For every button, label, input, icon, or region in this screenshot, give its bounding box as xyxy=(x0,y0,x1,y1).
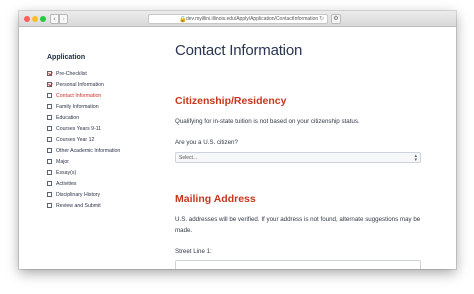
citizenship-heading: Citizenship/Residency xyxy=(175,95,287,107)
mailing-heading: Mailing Address xyxy=(175,193,256,205)
street-line-1-input[interactable] xyxy=(175,260,421,269)
sidebar-item-label: Major xyxy=(56,158,69,165)
empty-checkbox-icon xyxy=(47,93,52,98)
sidebar-item[interactable]: Family Information xyxy=(47,101,147,112)
sidebar-item[interactable]: Pre-Checklist xyxy=(47,68,147,79)
sidebar-item-label: Pre-Checklist xyxy=(56,70,87,77)
sidebar-item[interactable]: Courses Years 9-11 xyxy=(47,123,147,134)
empty-checkbox-icon xyxy=(47,104,52,109)
sidebar-item-label: Review and Submit xyxy=(56,202,101,209)
zoom-window-button[interactable] xyxy=(40,16,46,22)
extension-icon[interactable]: ⚙ xyxy=(331,14,341,24)
citizen-select[interactable]: Select... ▴ ▾ xyxy=(175,152,421,163)
page-title: Contact Information xyxy=(175,42,303,59)
main-content: Contact Information Citizenship/Residenc… xyxy=(175,42,435,269)
sidebar-item[interactable]: Disciplinary History xyxy=(47,189,147,200)
sidebar-item-label: Courses Years 9-11 xyxy=(56,125,102,132)
empty-checkbox-icon xyxy=(47,137,52,142)
sidebar-list: Pre-Checklist Personal Information Contact… xyxy=(47,68,147,211)
sidebar-item[interactable]: Activities xyxy=(47,178,147,189)
select-arrows-icon: ▴ ▾ xyxy=(414,153,417,163)
citizenship-intro: Qualifying for in-state tuition is not b… xyxy=(175,118,360,125)
citizen-question-label: Are you a U.S. citizen? xyxy=(175,139,238,146)
url-text: dev.myillini.illinois.edu/Apply/Applicat… xyxy=(186,16,319,22)
mailing-intro: U.S. addresses will be verified. If your… xyxy=(175,216,421,234)
sidebar-item[interactable]: Major xyxy=(47,156,147,167)
sidebar-item[interactable]: Essay(s) xyxy=(47,167,147,178)
empty-checkbox-icon xyxy=(47,203,52,208)
sidebar-item[interactable]: Contact Information xyxy=(47,90,147,101)
empty-checkbox-icon xyxy=(47,148,52,153)
sidebar-item-label: Personal Information xyxy=(56,81,104,88)
street-line-1-label: Street Line 1: xyxy=(175,248,212,255)
empty-checkbox-icon xyxy=(47,159,52,164)
browser-window: ‹ › 🔒 dev.myillini.illinois.edu/Apply/Ap… xyxy=(19,11,456,269)
empty-checkbox-icon xyxy=(47,192,52,197)
reload-icon[interactable]: ↻ xyxy=(319,15,324,22)
address-bar[interactable]: 🔒 dev.myillini.illinois.edu/Apply/Applic… xyxy=(148,14,328,24)
empty-checkbox-icon xyxy=(47,126,52,131)
sidebar-item[interactable]: Education xyxy=(47,112,147,123)
sidebar-item[interactable]: Other Academic Information xyxy=(47,145,147,156)
checked-checkbox-icon xyxy=(47,71,52,76)
empty-checkbox-icon xyxy=(47,170,52,175)
minimize-window-button[interactable] xyxy=(32,16,38,22)
back-button[interactable]: ‹ xyxy=(50,14,59,24)
browser-toolbar: ‹ › 🔒 dev.myillini.illinois.edu/Apply/Ap… xyxy=(19,11,456,27)
sidebar-item[interactable]: Courses Year 12 xyxy=(47,134,147,145)
sidebar-item-label: Essay(s) xyxy=(56,169,77,176)
sidebar-item-label: Disciplinary History xyxy=(56,191,101,198)
checked-checkbox-icon xyxy=(47,82,52,87)
sidebar-item-label: Family Information xyxy=(56,103,99,110)
empty-checkbox-icon xyxy=(47,115,52,120)
citizen-select-value: Select... xyxy=(179,155,198,161)
sidebar-title: Application xyxy=(47,54,86,61)
sidebar-item-label: Courses Year 12 xyxy=(56,136,95,143)
close-window-button[interactable] xyxy=(24,16,30,22)
page-content: Application Pre-Checklist Personal Inform… xyxy=(19,28,456,269)
application-sidebar: Application Pre-Checklist Personal Inform… xyxy=(47,54,147,211)
sidebar-item-label: Activities xyxy=(56,180,77,187)
sidebar-item-label: Education xyxy=(56,114,80,121)
sidebar-item-label: Contact Information xyxy=(56,92,102,99)
sidebar-item[interactable]: Personal Information xyxy=(47,79,147,90)
sidebar-item[interactable]: Review and Submit xyxy=(47,200,147,211)
sidebar-item-label: Other Academic Information xyxy=(56,147,121,154)
empty-checkbox-icon xyxy=(47,181,52,186)
forward-button[interactable]: › xyxy=(59,14,68,24)
